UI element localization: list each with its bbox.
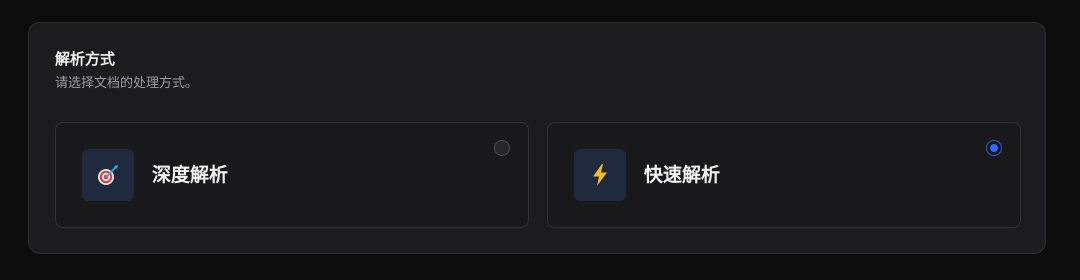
radio-selected-dot: [990, 144, 998, 152]
option-fast-parse-label: 快速解析: [644, 164, 721, 186]
section-title: 解析方式: [55, 50, 116, 68]
section-subtitle: 请选择文档的处理方式。: [55, 76, 199, 91]
option-deep-parse[interactable]: 深度解析: [55, 122, 529, 228]
option-fast-parse[interactable]: 快速解析: [547, 122, 1021, 228]
parse-mode-panel: 解析方式 请选择文档的处理方式。 深度解析 快速解析: [28, 22, 1046, 254]
option-deep-parse-label: 深度解析: [152, 164, 229, 186]
lightning-bolt-icon: [574, 149, 626, 201]
radio-deep-parse[interactable]: [494, 140, 510, 156]
dart-target-icon: [82, 149, 134, 201]
radio-fast-parse[interactable]: [986, 140, 1002, 156]
